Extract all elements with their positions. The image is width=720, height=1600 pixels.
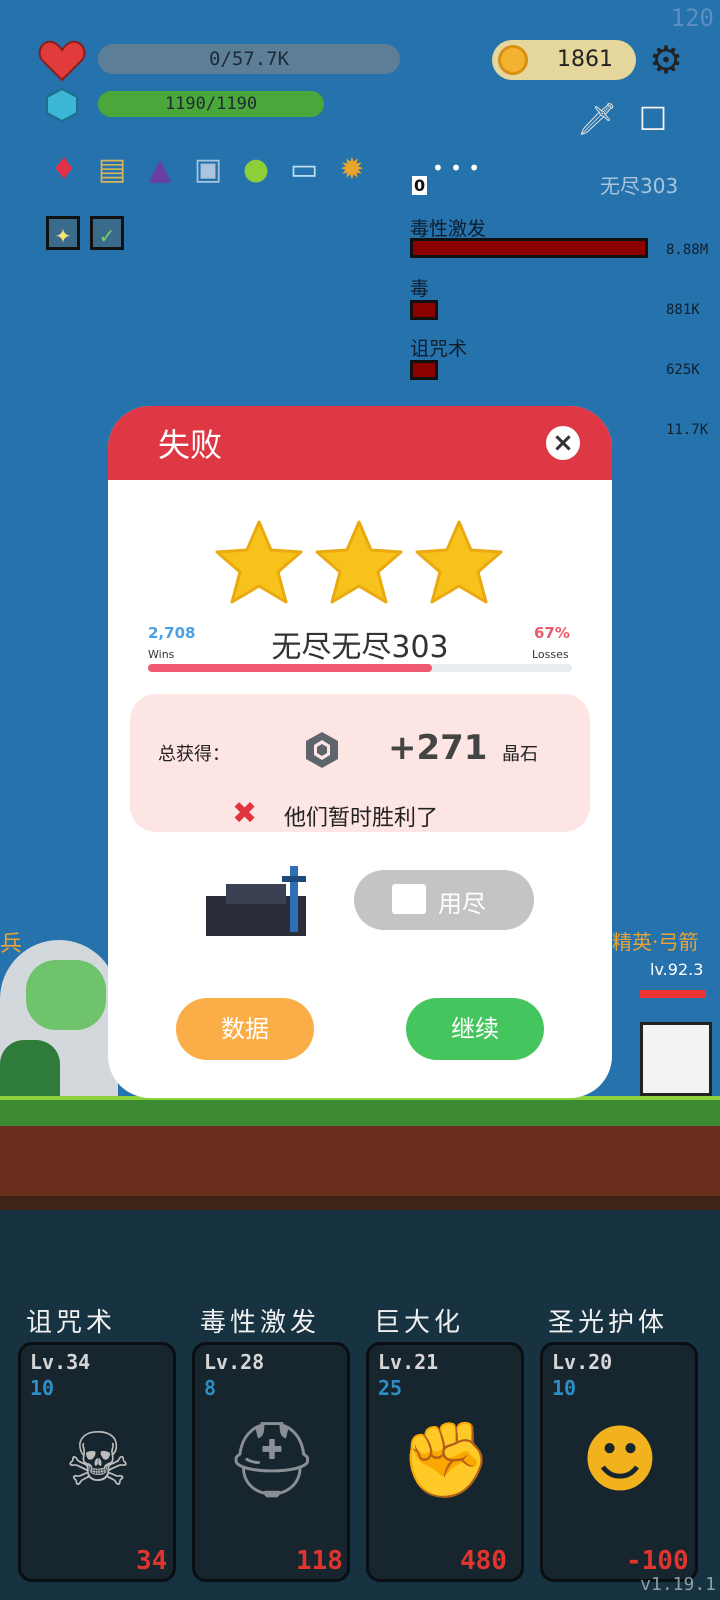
mana-bar: 1190/1190 <box>98 91 324 117</box>
heart-icon <box>38 40 86 82</box>
damage-stat-name: 诅咒术 <box>410 338 468 360</box>
result-message: 他们暂时胜利了 <box>284 806 439 831</box>
stage-name: 无尽无尽303 <box>271 630 449 665</box>
hp-bar: 0/57.7K <box>98 44 400 74</box>
skill-level: Lv.20 <box>552 1350 613 1374</box>
dialog-title: 失败 <box>158 426 223 464</box>
losses-percent: 67% <box>534 624 570 642</box>
skull-icon: ☠ <box>64 1417 132 1503</box>
card-icon[interactable]: ▭ <box>284 150 324 190</box>
enemy-label: 精英·弓箭 <box>612 930 699 954</box>
damage-stat-value: 8.88M <box>666 242 709 258</box>
damage-stat-name: 毒 <box>410 278 430 300</box>
skill-count: 8 <box>204 1376 217 1400</box>
light-buff-icon[interactable]: ✦ <box>46 216 80 250</box>
wizard-hat-icon[interactable]: ▲ <box>140 150 180 190</box>
enemy-hp-bar <box>640 990 706 998</box>
enemy-level: lv.92.3 <box>650 960 704 979</box>
gear-icon[interactable]: ⚙ <box>646 40 686 80</box>
star-icon <box>315 520 403 604</box>
fps-counter: 120 <box>670 4 714 32</box>
cleaver-icon: 🗡 <box>576 100 618 138</box>
fist-icon: ✊ <box>399 1417 493 1503</box>
losses-label: Losses <box>532 648 569 661</box>
wins-value: 2,708 <box>148 624 196 642</box>
coin-icon <box>498 45 528 75</box>
mana-gem-icon <box>46 87 78 123</box>
damage-stat-value: 625K <box>666 362 700 378</box>
tree <box>26 960 106 1030</box>
sword-buff-icon[interactable]: ✓ <box>90 216 124 250</box>
more-icon[interactable]: • • • <box>432 156 480 180</box>
reward-value: +271 <box>388 728 488 768</box>
win-loss-progress-fill <box>148 664 433 672</box>
skill-name: 巨大化 <box>374 1308 465 1338</box>
damage-stat-bar <box>410 360 438 380</box>
golden-shield-icon: ☻ <box>581 1417 659 1503</box>
skill-cost: 34 <box>136 1546 168 1576</box>
video-icon <box>392 884 426 914</box>
close-icon[interactable]: × <box>546 426 580 460</box>
dirt-layer <box>0 1126 720 1196</box>
skill-cost: 480 <box>460 1546 507 1576</box>
wins-label: Wins <box>148 648 175 661</box>
stage-label: 无尽303 <box>600 174 679 198</box>
skill-count: 10 <box>552 1376 577 1400</box>
active-buffs: ✦ ✓ <box>46 216 124 250</box>
skill-level: Lv.34 <box>30 1350 91 1374</box>
version-label: v1.19.1 <box>640 1574 716 1595</box>
damage-stat-name: 毒性激发 <box>410 218 487 240</box>
grass-ground <box>0 1096 720 1126</box>
damage-stat-value: 11.7K <box>666 422 709 438</box>
stats-button[interactable]: 数据 <box>176 998 314 1060</box>
cross-icon: ✖ <box>232 796 258 831</box>
coin-value: 1861 <box>557 47 613 72</box>
skill-count: 25 <box>378 1376 403 1400</box>
star-icon <box>215 520 303 604</box>
pineapple-icon[interactable]: ✹ <box>332 150 372 190</box>
viking-helmet-icon: ⛑ <box>225 1417 319 1503</box>
reward-unit: 晶石 <box>502 744 538 765</box>
damage-stat-bar <box>410 238 648 258</box>
skill-cost: -100 <box>626 1546 689 1576</box>
skill-cost: 118 <box>296 1546 343 1576</box>
skill-level: Lv.28 <box>204 1350 265 1374</box>
skill-level: Lv.21 <box>378 1350 439 1374</box>
crystal-icon <box>306 732 338 768</box>
skill-name: 圣光护体 <box>548 1308 669 1338</box>
shirt-icon[interactable]: ▣ <box>188 150 228 190</box>
enemy-sprite <box>640 1022 712 1096</box>
dirt-layer-dark <box>0 1196 720 1210</box>
kill-counter: 0 <box>412 176 428 195</box>
lime-icon[interactable]: ● <box>236 150 276 190</box>
defeated-hero-sprite <box>206 866 306 936</box>
ghost-icon: ☐ <box>638 100 668 138</box>
skill-count: 10 <box>30 1376 55 1400</box>
boss-icons: 🗡 ☐ <box>574 96 676 142</box>
star-icon <box>415 520 503 604</box>
bush <box>0 1040 60 1096</box>
skill-name: 毒性激发 <box>200 1308 321 1338</box>
damage-stat-value: 881K <box>666 302 700 318</box>
damage-stat-bar <box>410 300 438 320</box>
inventory-items: ♦ ▤ ▲ ▣ ● ▭ ✹ <box>44 150 372 190</box>
skill-name: 诅咒术 <box>26 1308 117 1338</box>
scroll-icon[interactable]: ▤ <box>92 150 132 190</box>
continue-button[interactable]: 继续 <box>406 998 544 1060</box>
gem-icon[interactable]: ♦ <box>44 150 84 190</box>
watch-ad-label: 用尽 <box>438 890 486 918</box>
ally-label: 兵 <box>0 932 23 957</box>
reward-label: 总获得： <box>158 744 230 765</box>
